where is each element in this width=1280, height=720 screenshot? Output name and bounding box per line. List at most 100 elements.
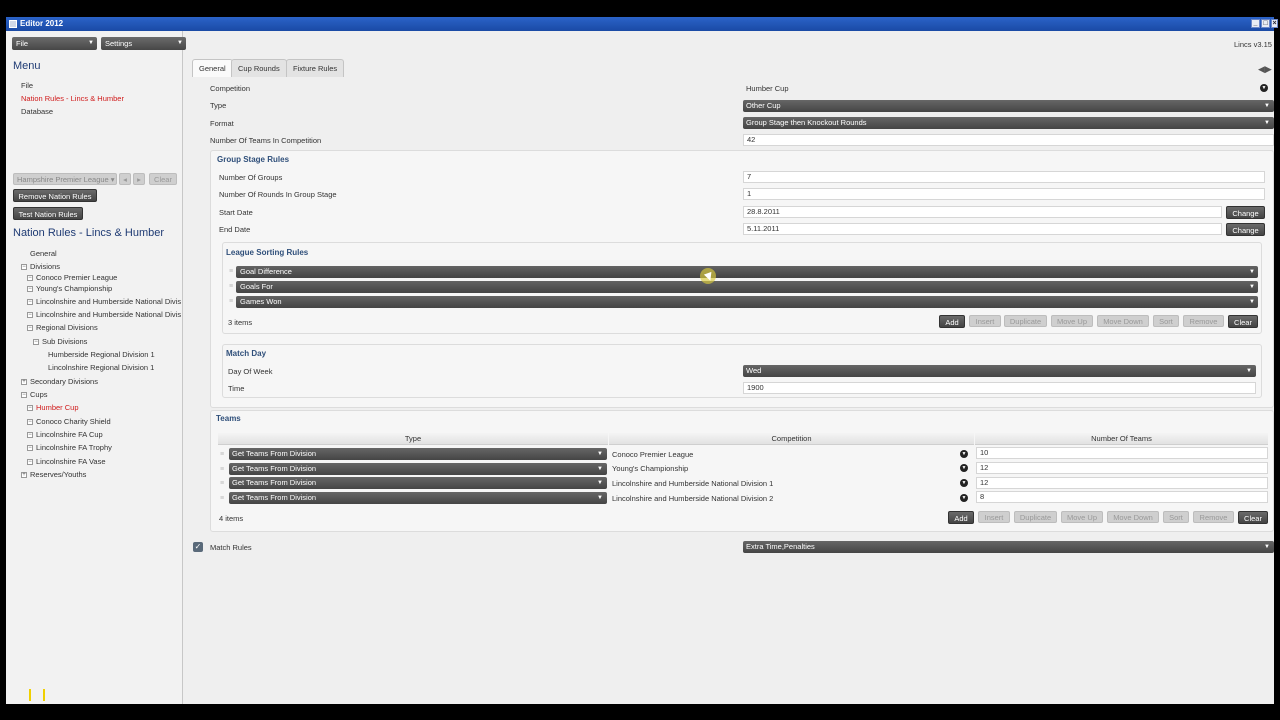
tree-cup-2[interactable]: − Conoco Charity Shield: [27, 417, 111, 426]
tree-secondary[interactable]: + Secondary Divisions: [21, 377, 98, 386]
test-nation-rules-button[interactable]: Test Nation Rules: [13, 207, 83, 220]
teams-clear-button[interactable]: Clear: [1238, 511, 1268, 524]
drag-handle-icon[interactable]: ≡: [220, 451, 226, 458]
team-type-select[interactable]: Get Teams From Division ▼: [229, 463, 607, 475]
drag-handle-icon[interactable]: ≡: [220, 495, 226, 502]
sort-add-button[interactable]: Add: [939, 315, 965, 328]
competition-label: Competition: [210, 84, 251, 93]
team-type-select[interactable]: Get Teams From Division ▼: [229, 477, 607, 489]
sort-row-2[interactable]: Goals For ▼: [236, 281, 1258, 293]
tab-general[interactable]: General: [192, 59, 233, 77]
tree-division-4[interactable]: − Lincolnshire and Humberside National Di…: [27, 310, 181, 319]
teams-move-down-button[interactable]: Move Down: [1107, 511, 1159, 523]
sort-remove-button[interactable]: Remove: [1183, 315, 1224, 327]
tree-cup-4[interactable]: − Lincolnshire FA Trophy: [27, 443, 112, 452]
expand-icon[interactable]: +: [21, 472, 27, 479]
tree-division-2[interactable]: − Young's Championship: [27, 284, 112, 293]
collapse-icon[interactable]: −: [27, 325, 33, 332]
rounds-input[interactable]: 1: [743, 188, 1265, 200]
drag-handle-icon[interactable]: ≡: [220, 466, 226, 473]
match-rules-select[interactable]: Extra Time,Penalties ▼: [743, 541, 1274, 553]
tree-cups[interactable]: − Cups: [21, 390, 48, 399]
dropdown-circle-icon[interactable]: ▼: [960, 479, 968, 487]
dropdown-circle-icon[interactable]: ▼: [960, 464, 968, 472]
minimize-icon[interactable]: _: [1251, 19, 1260, 28]
menu-item-database[interactable]: Database: [21, 107, 53, 116]
menu-item-nation-rules[interactable]: Nation Rules - Lincs & Humber: [21, 94, 124, 103]
file-dropdown[interactable]: File ▼: [12, 37, 97, 50]
prev-arrow-icon[interactable]: ◂: [119, 173, 131, 185]
drag-handle-icon[interactable]: ≡: [229, 268, 235, 275]
dropdown-circle-icon[interactable]: ▼: [960, 494, 968, 502]
tree-cup-5[interactable]: − Lincolnshire FA Vase: [27, 457, 106, 466]
tree-divisions[interactable]: − Divisions: [21, 262, 60, 271]
tree-division-1[interactable]: − Conoco Premier League: [27, 273, 117, 282]
teams-add-button[interactable]: Add: [948, 511, 974, 524]
dropdown-circle-icon[interactable]: ▼: [1260, 84, 1268, 92]
expand-icon[interactable]: +: [21, 379, 27, 386]
tree-cup-3[interactable]: − Lincolnshire FA Cup: [27, 430, 103, 439]
settings-dropdown[interactable]: Settings ▼: [101, 37, 186, 50]
tree-reserves[interactable]: + Reserves/Youths: [21, 470, 86, 479]
tree-regional[interactable]: − Regional Divisions: [27, 323, 98, 332]
remove-nation-rules-button[interactable]: Remove Nation Rules: [13, 189, 97, 202]
sidebar-clear-button[interactable]: Clear: [149, 173, 177, 185]
tab-fixture-rules[interactable]: Fixture Rules: [286, 59, 345, 77]
tree-regional-2[interactable]: Lincolnshire Regional Division 1: [48, 363, 154, 372]
teams-move-up-button[interactable]: Move Up: [1061, 511, 1103, 523]
time-input[interactable]: 1900: [743, 382, 1256, 394]
team-type-value: Get Teams From Division: [232, 493, 317, 502]
sort-row-3[interactable]: Games Won ▼: [236, 296, 1258, 308]
type-select[interactable]: Other Cup ▼: [743, 100, 1274, 112]
drag-handle-icon[interactable]: ≡: [220, 480, 226, 487]
groups-input[interactable]: 7: [743, 171, 1265, 183]
sort-clear-button[interactable]: Clear: [1228, 315, 1258, 328]
team-type-select[interactable]: Get Teams From Division ▼: [229, 492, 607, 504]
end-date-change-button[interactable]: Change: [1226, 223, 1265, 236]
sort-move-down-button[interactable]: Move Down: [1097, 315, 1149, 327]
dow-select[interactable]: Wed ▼: [743, 365, 1256, 377]
next-arrow-icon[interactable]: ▸: [133, 173, 145, 185]
menu-item-file[interactable]: File: [21, 81, 33, 90]
sort-insert-button[interactable]: Insert: [969, 315, 1001, 327]
drag-handle-icon[interactable]: ≡: [229, 283, 235, 290]
team-number-input[interactable]: 10: [976, 447, 1268, 459]
teams-count-input[interactable]: 42: [743, 134, 1274, 146]
tree-cup-1[interactable]: − Humber Cup: [27, 403, 79, 412]
team-number-input[interactable]: 12: [976, 477, 1268, 489]
tree-division-3[interactable]: − Lincolnshire and Humberside National Di…: [27, 297, 181, 306]
start-date-input[interactable]: 28.8.2011: [743, 206, 1222, 218]
start-date-change-button[interactable]: Change: [1226, 206, 1265, 219]
tree-regional-1[interactable]: Humberside Regional Division 1: [48, 350, 155, 359]
match-rules-checkbox[interactable]: ✓: [193, 542, 203, 552]
collapse-icon[interactable]: −: [33, 339, 39, 346]
team-type-select[interactable]: Get Teams From Division ▼: [229, 448, 607, 460]
maximize-icon[interactable]: □: [1261, 19, 1270, 28]
teams-sort-button[interactable]: Sort: [1163, 511, 1189, 523]
team-competition: Conoco Premier League: [612, 450, 694, 459]
tree-general[interactable]: General: [30, 249, 57, 258]
collapse-icon[interactable]: −: [21, 264, 27, 271]
teams-duplicate-button[interactable]: Duplicate: [1014, 511, 1057, 523]
end-date-input[interactable]: 5.11.2011: [743, 223, 1222, 235]
sort-move-up-button[interactable]: Move Up: [1051, 315, 1093, 327]
format-select[interactable]: Group Stage then Knockout Rounds ▼: [743, 117, 1274, 129]
sort-duplicate-button[interactable]: Duplicate: [1004, 315, 1047, 327]
teams-insert-button[interactable]: Insert: [978, 511, 1010, 523]
collapse-icon[interactable]: −: [21, 392, 27, 399]
team-number-input[interactable]: 12: [976, 462, 1268, 474]
dropdown-circle-icon[interactable]: ▼: [960, 450, 968, 458]
col-header-type[interactable]: Type: [218, 433, 608, 445]
col-header-competition[interactable]: Competition: [609, 433, 974, 445]
nav-arrows-icon[interactable]: ◀▶: [1258, 64, 1272, 75]
tree-subdivisions[interactable]: − Sub Divisions: [33, 337, 87, 346]
nation-select[interactable]: Hampshire Premier League ▾: [13, 173, 117, 185]
sort-row-1[interactable]: Goal Difference ▼: [236, 266, 1258, 278]
col-header-number[interactable]: Number Of Teams: [975, 433, 1268, 445]
drag-handle-icon[interactable]: ≡: [229, 298, 235, 305]
close-icon[interactable]: ×: [1271, 19, 1278, 28]
sort-sort-button[interactable]: Sort: [1153, 315, 1179, 327]
teams-remove-button[interactable]: Remove: [1193, 511, 1234, 523]
team-number-input[interactable]: 8: [976, 491, 1268, 503]
tab-cup-rounds[interactable]: Cup Rounds: [231, 59, 287, 77]
